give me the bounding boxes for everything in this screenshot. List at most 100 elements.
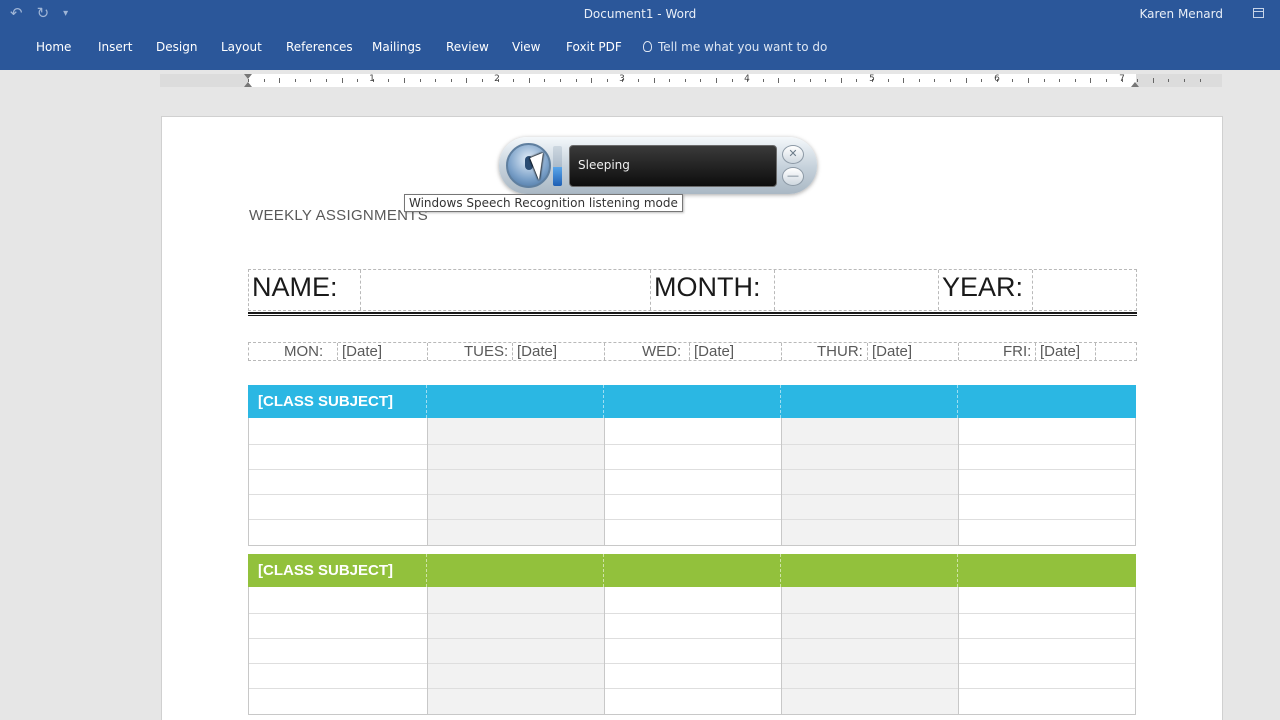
header-divider: [780, 554, 781, 587]
header-divider: [426, 385, 427, 418]
week-days-row: MON: [Date] TUES: [Date] WED: [Date] THU…: [248, 342, 1137, 361]
day-label-fri[interactable]: FRI:: [1003, 343, 1031, 360]
ruler-number: 5: [869, 74, 875, 84]
header-divider: [957, 554, 958, 587]
document-heading[interactable]: WEEKLY ASSIGNMENTS: [249, 207, 428, 224]
document-page[interactable]: WEEKLY ASSIGNMENTS NAME: MONTH: YEAR: MO…: [161, 116, 1223, 720]
close-button[interactable]: ✕: [782, 145, 804, 164]
class-subject-title[interactable]: [CLASS SUBJECT]: [258, 554, 393, 587]
speech-status-display: Sleeping: [569, 145, 777, 187]
name-month-year-row: NAME: MONTH: YEAR:: [248, 269, 1137, 311]
ruler-number: 3: [619, 74, 625, 84]
ruler-tick: [716, 78, 717, 83]
year-label[interactable]: YEAR:: [939, 270, 1033, 310]
ruler-tick: [357, 79, 359, 82]
ruler-tick: [700, 79, 702, 82]
year-field[interactable]: [1033, 270, 1136, 310]
column-divider: [427, 418, 428, 545]
ruler-tick: [388, 79, 390, 82]
header-divider: [957, 385, 958, 418]
name-label[interactable]: NAME:: [249, 270, 361, 310]
ruler-tick: [794, 79, 795, 82]
first-line-indent-marker[interactable]: [244, 74, 252, 79]
date-thur[interactable]: [Date]: [872, 343, 912, 360]
user-name[interactable]: Karen Menard: [1139, 7, 1223, 21]
row-divider: [249, 444, 1135, 445]
tab-foxit-pdf[interactable]: Foxit PDF: [566, 40, 622, 54]
tab-review[interactable]: Review: [446, 40, 489, 54]
shaded-column: [427, 587, 604, 714]
ribbon-display-options-icon[interactable]: [1253, 8, 1264, 18]
tab-design[interactable]: Design: [156, 40, 197, 54]
tab-insert[interactable]: Insert: [98, 40, 132, 54]
class-table-1: [CLASS SUBJECT]: [248, 385, 1136, 547]
cell-divider: [337, 343, 338, 360]
row-divider: [249, 663, 1135, 664]
class-subject-title[interactable]: [CLASS SUBJECT]: [258, 385, 393, 418]
day-label-tues[interactable]: TUES:: [464, 343, 508, 360]
tab-view[interactable]: View: [512, 40, 540, 54]
tell-me-search[interactable]: Tell me what you want to do: [643, 40, 827, 54]
month-label[interactable]: MONTH:: [651, 270, 775, 310]
ruler-tick: [294, 79, 296, 82]
ruler-tick: [1199, 79, 1201, 82]
hanging-indent-marker[interactable]: [244, 82, 252, 87]
window-title: Document1 - Word: [583, 7, 697, 21]
ruler-tick: [981, 79, 983, 82]
cell-divider: [1095, 343, 1096, 360]
row-divider: [249, 494, 1135, 495]
ruler-tick: [778, 78, 780, 83]
speech-status-text: Sleeping: [578, 158, 630, 172]
ruler-tick: [591, 78, 593, 83]
minimize-button[interactable]: —: [782, 167, 804, 186]
ruler-text-area: [248, 74, 1136, 87]
cell-divider: [1035, 343, 1036, 360]
day-label-thur[interactable]: THUR:: [817, 343, 863, 360]
ruler-tick: [1012, 79, 1014, 82]
ruler-tick: [825, 79, 827, 82]
date-mon[interactable]: [Date]: [342, 343, 382, 360]
ribbon-tabs: Home Insert Design Layout References Mai…: [0, 40, 1280, 56]
ruler-tick: [482, 79, 483, 82]
tab-mailings[interactable]: Mailings: [372, 40, 421, 54]
ruler-tick: [1074, 79, 1076, 82]
double-rule-divider: [248, 312, 1137, 316]
ruler-tick: [731, 79, 733, 82]
volume-meter-fill: [553, 167, 562, 186]
class-table-body[interactable]: [248, 587, 1136, 715]
column-divider: [604, 418, 605, 545]
header-divider: [603, 385, 604, 418]
ruler-tick: [326, 79, 327, 82]
right-indent-marker[interactable]: [1131, 82, 1139, 87]
date-fri[interactable]: [Date]: [1040, 343, 1080, 360]
header-divider: [603, 554, 604, 587]
day-label-mon[interactable]: MON:: [284, 343, 323, 360]
class-table-body[interactable]: [248, 418, 1136, 546]
cell-divider: [689, 343, 690, 360]
column-divider: [958, 418, 959, 545]
tab-references[interactable]: References: [286, 40, 353, 54]
column-divider: [604, 587, 605, 714]
ruler-tick: [279, 78, 281, 83]
tab-home[interactable]: Home: [36, 40, 71, 54]
shaded-column: [781, 418, 958, 545]
month-field[interactable]: [775, 270, 939, 310]
day-label-wed[interactable]: WED:: [642, 343, 681, 360]
ruler-number: 2: [494, 74, 500, 84]
date-wed[interactable]: [Date]: [694, 343, 734, 360]
title-bar: ↶ ↻ ▾ Document1 - Word Karen Menard Home…: [0, 0, 1280, 70]
ruler-tick: [606, 79, 608, 82]
ruler-tick: [1184, 79, 1185, 82]
date-tues[interactable]: [Date]: [517, 343, 557, 360]
horizontal-ruler[interactable]: 1 2 3 4 5 6 7: [160, 74, 1222, 87]
ruler-tick: [575, 79, 577, 82]
column-divider: [781, 418, 782, 545]
cell-divider: [512, 343, 513, 360]
tab-layout[interactable]: Layout: [221, 40, 262, 54]
tell-me-label: Tell me what you want to do: [658, 40, 828, 54]
ruler-tick: [1028, 78, 1029, 83]
cell-divider: [867, 343, 868, 360]
ruler-tick: [903, 78, 905, 83]
name-field[interactable]: [361, 270, 651, 310]
column-divider: [958, 587, 959, 714]
